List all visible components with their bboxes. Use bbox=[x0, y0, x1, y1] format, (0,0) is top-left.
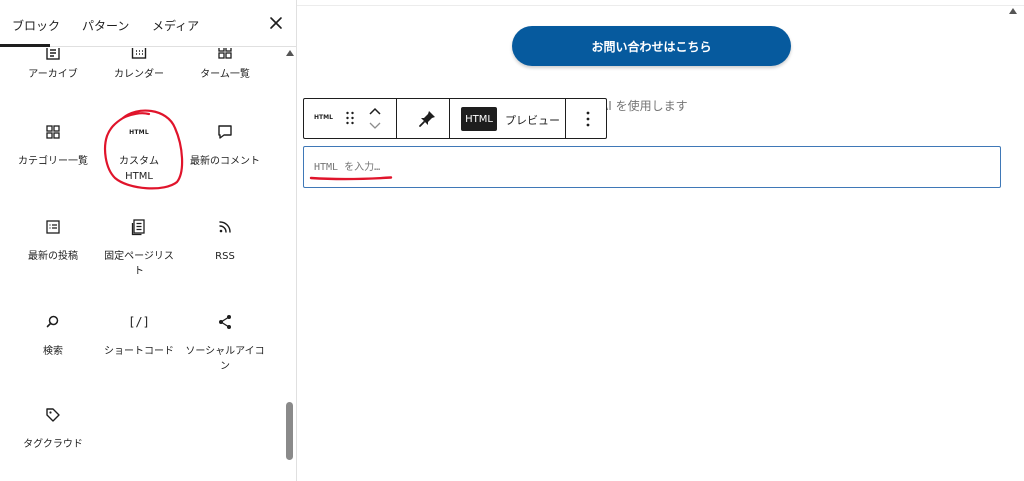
block-list: アーカイブ カレンダー ターム一覧 カテゴリー一覧 HTML カスタム HTML… bbox=[0, 48, 282, 481]
block-inserter-panel: ブロック パターン メディア アーカイブ カレンダー ターム一覧 カテゴリー一覧… bbox=[0, 0, 297, 481]
canvas-top-divider bbox=[297, 5, 1024, 6]
block-term-list[interactable]: ターム一覧 bbox=[181, 48, 269, 98]
block-categories[interactable]: カテゴリー一覧 bbox=[9, 118, 97, 188]
html-icon: HTML bbox=[129, 128, 149, 136]
share-icon bbox=[213, 310, 237, 334]
canvas-scroll-up-arrow-icon[interactable] bbox=[1009, 8, 1017, 14]
block-latest-posts[interactable]: 最新の投稿 bbox=[9, 213, 97, 283]
pin-icon[interactable] bbox=[415, 107, 439, 131]
active-tab-indicator bbox=[0, 44, 50, 47]
toolbar-divider bbox=[396, 99, 397, 138]
contact-button[interactable]: お問い合わせはこちら bbox=[512, 26, 791, 66]
drag-handle-icon[interactable] bbox=[345, 110, 355, 126]
categories-icon bbox=[41, 120, 65, 144]
search-icon bbox=[41, 310, 65, 334]
block-tag-cloud[interactable]: タグクラウド bbox=[9, 401, 97, 461]
move-up-chevron-icon[interactable] bbox=[368, 105, 382, 117]
block-calendar[interactable]: カレンダー bbox=[95, 48, 183, 98]
more-options-icon[interactable] bbox=[580, 109, 596, 129]
rss-icon bbox=[213, 215, 237, 239]
shortcode-icon: [/] bbox=[128, 315, 150, 329]
block-archive[interactable]: アーカイブ bbox=[9, 48, 97, 98]
scroll-up-arrow-icon[interactable] bbox=[286, 50, 294, 56]
pages-icon bbox=[127, 215, 151, 239]
toolbar-divider bbox=[565, 99, 566, 138]
block-latest-comments[interactable]: 最新のコメント bbox=[181, 118, 269, 188]
inserter-scroll-thumb[interactable] bbox=[286, 402, 293, 460]
block-shortcode[interactable]: [/] ショートコード bbox=[95, 308, 183, 378]
archive-icon bbox=[41, 48, 65, 64]
close-icon bbox=[270, 17, 282, 29]
preview-mode-tab[interactable]: プレビュー bbox=[505, 112, 560, 128]
block-page-list[interactable]: 固定ページリスト bbox=[95, 213, 183, 283]
tab-blocks[interactable]: ブロック bbox=[12, 17, 60, 34]
html-mode-tab[interactable]: HTML bbox=[461, 107, 497, 131]
grid-icon bbox=[213, 48, 237, 64]
block-rss[interactable]: RSS bbox=[181, 213, 269, 283]
block-type-html-icon[interactable]: HTML bbox=[314, 114, 333, 121]
toolbar-divider bbox=[449, 99, 450, 138]
post-list-icon bbox=[41, 215, 65, 239]
block-search[interactable]: 検索 bbox=[9, 308, 97, 378]
background-paragraph-text: AI を使用します bbox=[600, 99, 688, 113]
move-down-chevron-icon[interactable] bbox=[368, 120, 382, 132]
block-toolbar: HTML HTML プレビュー bbox=[303, 98, 607, 139]
inserter-tabs: ブロック パターン メディア bbox=[0, 0, 296, 47]
tab-media[interactable]: メディア bbox=[152, 17, 199, 34]
html-code-input[interactable] bbox=[303, 146, 1001, 188]
block-social-icons[interactable]: ソーシャルアイコン bbox=[181, 308, 269, 378]
comment-icon bbox=[213, 120, 237, 144]
block-custom-html[interactable]: HTML カスタム HTML bbox=[95, 118, 183, 188]
close-inserter-button[interactable] bbox=[266, 13, 286, 33]
editor-canvas: お問い合わせはこちら AI を使用します HTML HTML プレビュー bbox=[297, 0, 1024, 481]
inserter-scrollbar[interactable] bbox=[283, 48, 296, 481]
tab-patterns[interactable]: パターン bbox=[82, 17, 129, 34]
calendar-icon bbox=[127, 48, 151, 64]
tag-icon bbox=[41, 403, 65, 427]
